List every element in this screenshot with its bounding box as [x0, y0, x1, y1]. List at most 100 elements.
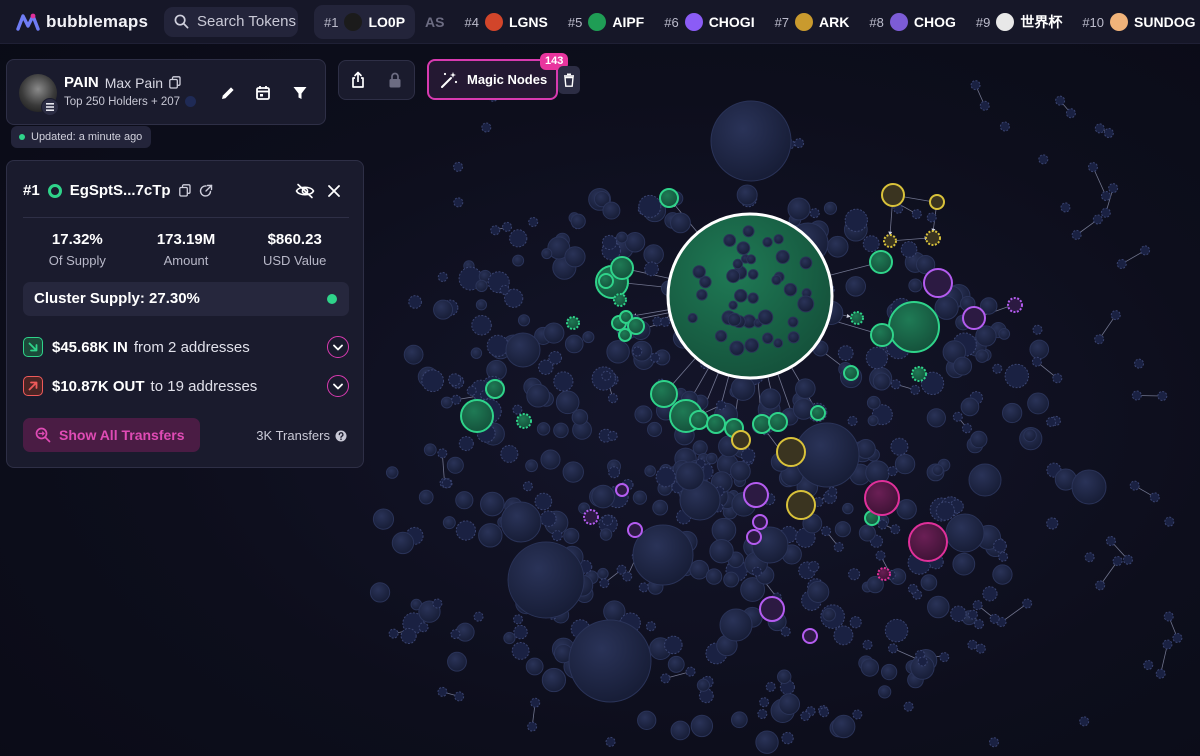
holder-bubble[interactable] — [768, 412, 788, 432]
holder-bubble[interactable] — [437, 686, 448, 697]
holder-bubble[interactable] — [1164, 516, 1175, 527]
holder-bubble[interactable] — [530, 697, 541, 708]
ticker-item[interactable]: #4 LGNS — [455, 5, 558, 39]
holder-bubble[interactable] — [562, 461, 584, 483]
holder-bubble[interactable] — [1004, 363, 1029, 389]
holder-bubble[interactable] — [972, 600, 983, 611]
holder-bubble[interactable] — [385, 466, 399, 479]
holder-bubble[interactable] — [1071, 229, 1082, 240]
holder-bubble[interactable] — [730, 376, 756, 401]
holder-bubble[interactable] — [1122, 554, 1133, 565]
holder-bubble[interactable] — [746, 254, 757, 265]
holder-bubble[interactable] — [437, 272, 448, 283]
holder-bubble[interactable] — [568, 619, 652, 703]
holder-bubble[interactable] — [776, 437, 806, 467]
holder-bubble[interactable] — [423, 443, 437, 457]
holder-bubble[interactable] — [1163, 611, 1174, 622]
holder-bubble[interactable] — [1100, 190, 1111, 201]
holder-bubble[interactable] — [391, 531, 415, 555]
edit-button[interactable] — [215, 80, 241, 106]
holder-bubble[interactable] — [757, 708, 768, 719]
holder-bubble[interactable] — [1055, 95, 1066, 106]
holder-bubble[interactable] — [884, 618, 909, 643]
holder-bubble[interactable] — [837, 345, 854, 362]
holder-bubble[interactable] — [827, 486, 838, 497]
transfers-out-row[interactable]: $10.87K OUT to 19 addresses — [23, 372, 349, 400]
external-link-icon[interactable] — [199, 184, 213, 198]
holder-bubble[interactable] — [507, 541, 585, 619]
holder-bubble[interactable] — [1162, 639, 1173, 650]
holder-bubble[interactable] — [847, 415, 858, 426]
holder-bubble[interactable] — [634, 405, 653, 424]
holder-bubble[interactable] — [647, 421, 663, 437]
ticker-item[interactable]: #7 ARK — [765, 5, 860, 39]
holder-bubble[interactable] — [746, 529, 762, 545]
holder-bubble[interactable] — [751, 566, 762, 577]
holder-bubble[interactable] — [1046, 416, 1057, 427]
holder-bubble[interactable] — [833, 542, 844, 553]
holder-bubble[interactable] — [923, 268, 953, 298]
holder-bubble[interactable] — [470, 347, 483, 359]
holder-bubble[interactable] — [765, 681, 776, 692]
holder-bubble[interactable] — [845, 276, 866, 297]
holder-bubble[interactable] — [809, 208, 820, 219]
holder-bubble[interactable] — [418, 622, 429, 633]
holder-bubble[interactable] — [466, 385, 477, 396]
holder-bubble[interactable] — [601, 370, 612, 381]
holder-bubble[interactable] — [903, 701, 914, 712]
holder-bubble[interactable] — [950, 605, 967, 623]
holder-bubble[interactable] — [726, 269, 741, 284]
holder-bubble[interactable] — [729, 340, 745, 356]
holder-bubble[interactable] — [1108, 183, 1119, 194]
holder-bubble[interactable] — [781, 731, 794, 745]
holder-bubble[interactable] — [807, 580, 830, 603]
holder-bubble[interactable] — [740, 448, 756, 463]
holder-bubble[interactable] — [502, 221, 513, 232]
ticker-item[interactable]: #8 CHOG — [859, 5, 965, 39]
holder-bubble[interactable] — [1032, 324, 1043, 335]
holder-bubble[interactable] — [929, 194, 945, 210]
holder-bubble[interactable] — [643, 244, 664, 265]
holder-bubble[interactable] — [908, 278, 923, 293]
holder-bubble[interactable] — [660, 316, 671, 327]
holder-bubble[interactable] — [982, 586, 998, 602]
holder-bubble[interactable] — [486, 334, 509, 357]
holder-bubble[interactable] — [534, 492, 553, 511]
holder-bubble[interactable] — [877, 519, 888, 530]
holder-bubble[interactable] — [773, 338, 784, 349]
holder-bubble[interactable] — [747, 292, 759, 304]
holder-bubble[interactable] — [696, 678, 710, 692]
show-all-transfers-button[interactable]: Show All Transfers — [23, 418, 200, 452]
holder-bubble[interactable] — [1094, 334, 1105, 345]
holder-bubble[interactable] — [794, 138, 805, 149]
holder-bubble[interactable] — [833, 625, 854, 646]
holder-bubble[interactable] — [499, 284, 510, 295]
holder-bubble[interactable] — [935, 501, 956, 521]
holder-bubble[interactable] — [992, 363, 1003, 374]
holder-bubble[interactable] — [752, 514, 768, 530]
ticker-item[interactable]: #9 世界杯 — [966, 5, 1072, 39]
holder-bubble[interactable] — [967, 609, 978, 620]
holder-bubble[interactable] — [652, 499, 669, 516]
holder-bubble[interactable] — [890, 379, 901, 390]
holder-bubble[interactable] — [777, 669, 792, 684]
holder-bubble[interactable] — [564, 334, 584, 354]
holder-bubble[interactable] — [601, 234, 618, 251]
holder-bubble[interactable] — [1084, 552, 1095, 563]
holder-bubble[interactable] — [887, 643, 898, 654]
transfers-in-row[interactable]: $45.68K IN from 2 addresses — [23, 333, 349, 361]
holder-bubble[interactable] — [388, 628, 399, 639]
holder-bubble[interactable] — [475, 279, 488, 293]
holder-bubble[interactable] — [659, 188, 679, 208]
expand-out-button[interactable] — [327, 375, 349, 397]
holder-bubble[interactable] — [716, 400, 727, 411]
holder-bubble[interactable] — [797, 295, 815, 313]
holder-bubble[interactable] — [441, 478, 452, 489]
holder-bubble[interactable] — [471, 314, 492, 336]
holder-bubble[interactable] — [624, 231, 646, 253]
holder-bubble[interactable] — [597, 567, 609, 580]
holder-bubble[interactable] — [844, 208, 868, 232]
holder-bubble[interactable] — [644, 465, 656, 477]
holder-bubble[interactable] — [736, 241, 751, 256]
holder-bubble[interactable] — [525, 459, 538, 473]
